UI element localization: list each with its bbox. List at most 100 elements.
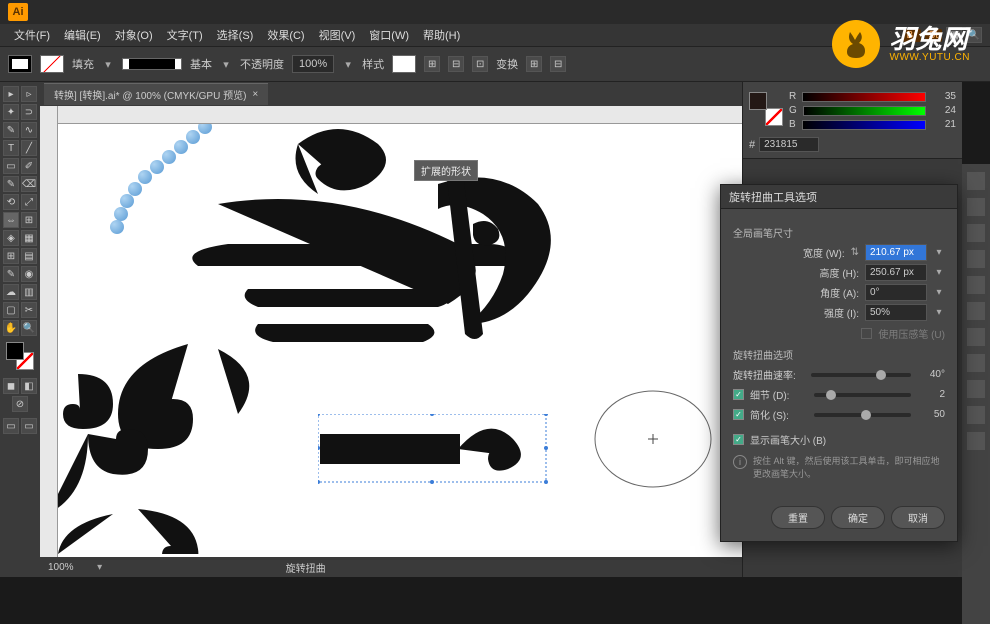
extra-icon-1[interactable]: ⊞ bbox=[526, 56, 542, 72]
strip-asset-icon[interactable] bbox=[967, 406, 985, 424]
b-value[interactable]: 21 bbox=[932, 119, 956, 130]
color-swatch[interactable] bbox=[6, 342, 34, 370]
menu-edit[interactable]: 编辑(E) bbox=[58, 25, 107, 45]
strip-artboard-icon[interactable] bbox=[967, 432, 985, 450]
hex-input[interactable] bbox=[759, 137, 819, 152]
dialog-titlebar[interactable]: 旋转扭曲工具选项 bbox=[721, 185, 957, 209]
strip-brushes-icon[interactable] bbox=[967, 224, 985, 242]
slice-tool[interactable]: ✂ bbox=[21, 302, 37, 318]
b-slider[interactable] bbox=[802, 120, 926, 130]
r-slider[interactable] bbox=[802, 92, 926, 102]
type-tool[interactable]: T bbox=[3, 140, 19, 156]
r-value[interactable]: 35 bbox=[932, 91, 956, 102]
zoom-tool[interactable]: 🔍 bbox=[21, 320, 37, 336]
intensity-dd[interactable]: ▾ bbox=[933, 307, 945, 318]
line-tool[interactable]: ╱ bbox=[21, 140, 37, 156]
eyedropper-tool[interactable]: ✎ bbox=[3, 266, 19, 282]
simplify-value[interactable]: 50 bbox=[917, 409, 945, 420]
artboard-tool[interactable]: ▢ bbox=[3, 302, 19, 318]
stroke-preview[interactable] bbox=[122, 58, 182, 70]
rect-tool[interactable]: ▭ bbox=[3, 158, 19, 174]
strip-gradient-icon[interactable] bbox=[967, 302, 985, 320]
shaper-tool[interactable]: ✎ bbox=[3, 176, 19, 192]
eraser-tool[interactable]: ⌫ bbox=[21, 176, 37, 192]
link-icon[interactable]: ⇅ bbox=[851, 247, 859, 258]
screen-mode-2-icon[interactable]: ▭ bbox=[21, 418, 37, 434]
stroke-dd[interactable]: ▾ bbox=[102, 58, 114, 71]
none-mode-icon[interactable]: ⊘ bbox=[12, 396, 28, 412]
close-icon[interactable]: × bbox=[252, 89, 258, 100]
graph-tool[interactable]: ▥ bbox=[21, 284, 37, 300]
direct-select-tool[interactable]: ▹ bbox=[21, 86, 37, 102]
simplify-slider[interactable] bbox=[814, 413, 911, 417]
align-icon-1[interactable]: ⊞ bbox=[424, 56, 440, 72]
screen-mode-icon[interactable]: ▭ bbox=[3, 418, 19, 434]
selected-shape[interactable] bbox=[318, 414, 548, 484]
ok-button[interactable]: 确定 bbox=[831, 506, 885, 529]
strip-color-icon[interactable] bbox=[967, 172, 985, 190]
strip-stroke-icon[interactable] bbox=[967, 276, 985, 294]
width-dd[interactable]: ▾ bbox=[933, 247, 945, 258]
opacity-dd[interactable]: ▾ bbox=[342, 58, 354, 71]
strip-symbols-icon[interactable] bbox=[967, 250, 985, 268]
scale-tool[interactable]: ⤢ bbox=[21, 194, 37, 210]
mesh-tool[interactable]: ⊞ bbox=[3, 248, 19, 264]
doc-tab[interactable]: 转换] [转换].ai* @ 100% (CMYK/GPU 预览) × bbox=[44, 83, 268, 105]
strip-swatches-icon[interactable] bbox=[967, 198, 985, 216]
perspective-tool[interactable]: ▦ bbox=[21, 230, 37, 246]
blend-tool[interactable]: ◉ bbox=[21, 266, 37, 282]
rate-slider[interactable] bbox=[811, 373, 911, 377]
angle-dd[interactable]: ▾ bbox=[933, 287, 945, 298]
detail-slider[interactable] bbox=[814, 393, 911, 397]
fill-mode-icon[interactable]: ◼ bbox=[3, 378, 19, 394]
extra-icon-2[interactable]: ⊟ bbox=[550, 56, 566, 72]
intensity-input[interactable] bbox=[865, 304, 927, 321]
menu-effect[interactable]: 效果(C) bbox=[261, 25, 310, 45]
menu-type[interactable]: 文字(T) bbox=[161, 25, 209, 45]
free-transform-tool[interactable]: ⊞ bbox=[21, 212, 37, 228]
fill-swatch[interactable] bbox=[8, 55, 32, 73]
width-tool[interactable]: ⇔ bbox=[3, 212, 19, 228]
menu-file[interactable]: 文件(F) bbox=[8, 25, 56, 45]
reset-button[interactable]: 重置 bbox=[771, 506, 825, 529]
gradient-tool[interactable]: ▤ bbox=[21, 248, 37, 264]
brush-tool[interactable]: ✐ bbox=[21, 158, 37, 174]
curvature-tool[interactable]: ∿ bbox=[21, 122, 37, 138]
shape-builder-tool[interactable]: ◈ bbox=[3, 230, 19, 246]
menu-help[interactable]: 帮助(H) bbox=[417, 25, 466, 45]
lasso-tool[interactable]: ⊃ bbox=[21, 104, 37, 120]
style-swatch[interactable] bbox=[392, 55, 416, 73]
menu-select[interactable]: 选择(S) bbox=[211, 25, 260, 45]
simplify-checkbox[interactable]: ✓ bbox=[733, 409, 744, 420]
selection-tool[interactable]: ▸ bbox=[3, 86, 19, 102]
rotate-tool[interactable]: ⟲ bbox=[3, 194, 19, 210]
strip-layers-icon[interactable] bbox=[967, 380, 985, 398]
show-brush-checkbox[interactable]: ✓ bbox=[733, 434, 744, 445]
width-input[interactable] bbox=[865, 244, 927, 261]
g-slider[interactable] bbox=[803, 106, 926, 116]
hand-tool[interactable]: ✋ bbox=[3, 320, 19, 336]
height-input[interactable] bbox=[865, 264, 927, 281]
align-icon-3[interactable]: ⊡ bbox=[472, 56, 488, 72]
strip-transparency-icon[interactable] bbox=[967, 328, 985, 346]
height-dd[interactable]: ▾ bbox=[933, 267, 945, 278]
menu-object[interactable]: 对象(O) bbox=[109, 25, 159, 45]
cancel-button[interactable]: 取消 bbox=[891, 506, 945, 529]
canvas[interactable]: 扩展的形状 bbox=[58, 124, 742, 557]
opacity-field[interactable]: 100% bbox=[292, 55, 334, 73]
magic-wand-tool[interactable]: ✦ bbox=[3, 104, 19, 120]
basic-dd[interactable]: ▾ bbox=[220, 58, 232, 71]
align-icon-2[interactable]: ⊟ bbox=[448, 56, 464, 72]
stroke-swatch[interactable] bbox=[40, 55, 64, 73]
menu-view[interactable]: 视图(V) bbox=[313, 25, 362, 45]
angle-input[interactable] bbox=[865, 284, 927, 301]
pen-tool[interactable]: ✎ bbox=[3, 122, 19, 138]
strip-appearance-icon[interactable] bbox=[967, 354, 985, 372]
menu-window[interactable]: 窗口(W) bbox=[363, 25, 415, 45]
detail-checkbox[interactable]: ✓ bbox=[733, 389, 744, 400]
panel-swatch[interactable] bbox=[749, 92, 783, 126]
grad-mode-icon[interactable]: ◧ bbox=[21, 378, 37, 394]
zoom-field[interactable]: 100% bbox=[48, 562, 74, 573]
rate-value[interactable]: 40° bbox=[917, 369, 945, 380]
zoom-dd[interactable]: ▾ bbox=[94, 562, 106, 573]
